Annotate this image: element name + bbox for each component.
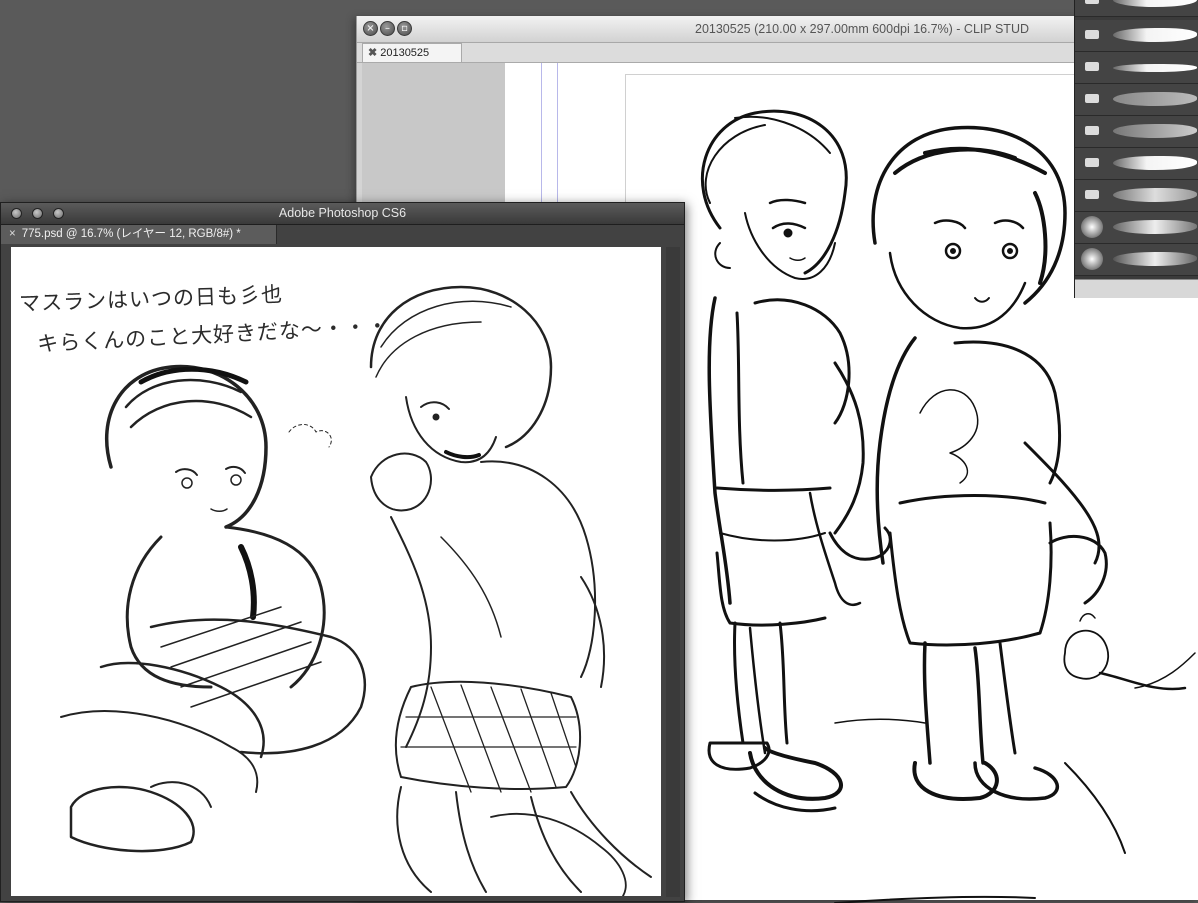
photoshop-titlebar[interactable]: Adobe Photoshop CS6 <box>1 203 684 225</box>
brush-icon <box>1085 30 1099 39</box>
zoom-window-icon[interactable]: ▫ <box>397 21 412 36</box>
photoshop-canvas[interactable]: マスランはいつの日も彡也 キらくんのこと大好きだな～・・・ <box>11 247 661 896</box>
brush-preset-row[interactable] <box>1075 0 1198 17</box>
brush-stroke-preview <box>1113 28 1197 42</box>
brush-stroke-preview <box>1113 156 1197 170</box>
brush-stroke-preview <box>1113 188 1197 202</box>
brush-preset-row[interactable] <box>1075 212 1198 244</box>
brush-preset-row[interactable] <box>1075 148 1198 180</box>
clip-studio-tab-label: 20130525 <box>380 47 430 59</box>
brush-preset-row[interactable] <box>1075 244 1198 276</box>
brush-preset-row[interactable] <box>1075 180 1198 212</box>
brush-preset-row[interactable] <box>1075 116 1198 148</box>
brush-preset-row[interactable] <box>1075 20 1198 52</box>
brush-stroke-preview <box>1113 252 1197 266</box>
soft-round-icon <box>1081 216 1103 238</box>
photoshop-doc-tab-label: 775.psd @ 16.7% (レイヤー 12, RGB/8#) * <box>21 228 241 240</box>
clip-studio-window-title: 20130525 (210.00 x 297.00mm 600dpi 16.7%… <box>695 22 1029 36</box>
brush-stroke-preview <box>1113 92 1197 106</box>
close-window-icon[interactable]: × <box>363 21 378 36</box>
soft-round-icon <box>1081 248 1103 270</box>
sketch-two-boys <box>60 285 652 896</box>
brush-stroke-preview <box>1113 124 1197 138</box>
photoshop-window: Adobe Photoshop CS6 × 775.psd @ 16.7% (レイ… <box>0 202 685 902</box>
brush-stroke-preview <box>1113 64 1197 72</box>
pen-icon <box>1085 0 1099 4</box>
clip-studio-tabbar: ✖ 20130525 <box>357 43 1198 63</box>
airbrush-icon <box>1085 190 1099 199</box>
brush-stroke-preview <box>1113 0 1197 7</box>
brush-preset-row[interactable] <box>1075 84 1198 116</box>
photoshop-document-tab[interactable]: × 775.psd @ 16.7% (レイヤー 12, RGB/8#) * <box>1 225 277 244</box>
clip-studio-document-tab[interactable]: ✖ 20130525 <box>362 43 462 62</box>
chisel-icon <box>1085 158 1099 167</box>
close-tab-icon[interactable]: × <box>1 228 22 240</box>
pen-icon <box>1085 62 1099 71</box>
brush-preset-panel <box>1074 0 1198 298</box>
clip-studio-titlebar[interactable]: × – ▫ 20130525 (210.00 x 297.00mm 600dpi… <box>357 16 1198 43</box>
marker-icon <box>1085 94 1099 103</box>
marker-icon <box>1085 126 1099 135</box>
close-tab-icon[interactable]: ✖ <box>363 47 380 59</box>
vertical-scrollbar[interactable] <box>666 247 680 897</box>
photoshop-window-title: Adobe Photoshop CS6 <box>278 206 407 220</box>
minimize-window-icon[interactable]: – <box>380 21 395 36</box>
brush-stroke-preview <box>1113 220 1197 234</box>
brush-preset-row[interactable] <box>1075 52 1198 84</box>
brush-panel-footer <box>1075 279 1198 298</box>
